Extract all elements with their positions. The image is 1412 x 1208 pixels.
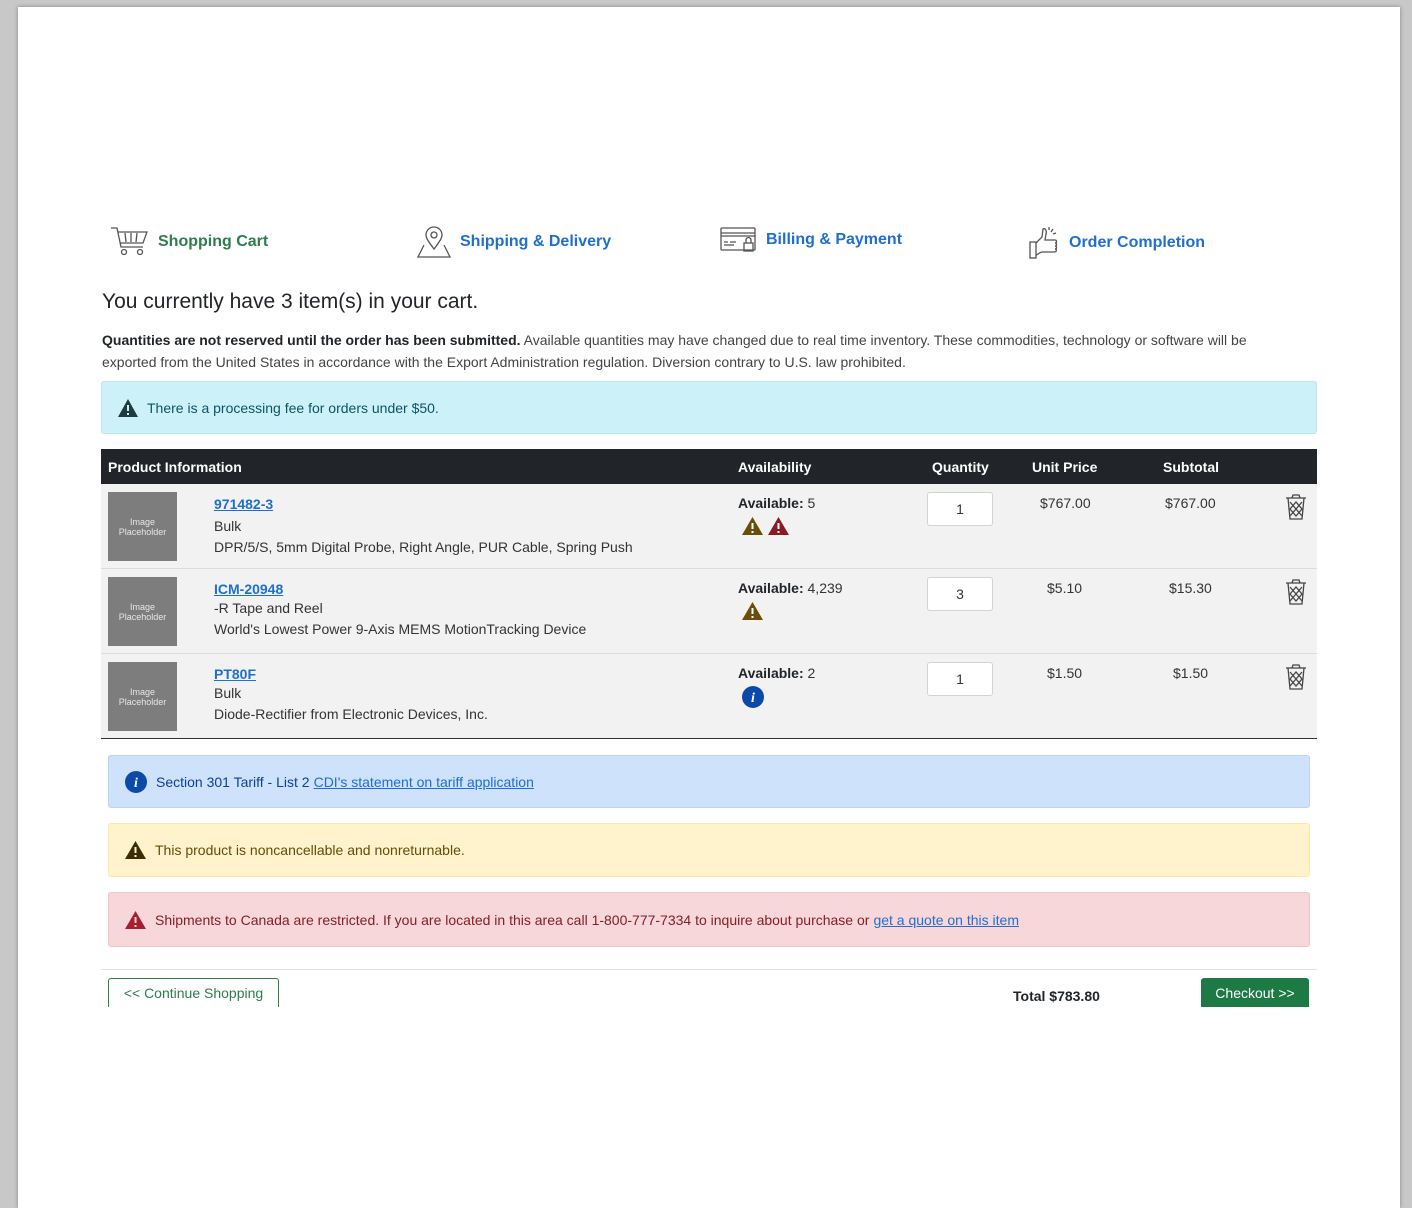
col-availability: Availability bbox=[738, 459, 812, 475]
unit-price: $1.50 bbox=[1047, 665, 1083, 681]
col-product-information: Product Information bbox=[108, 459, 242, 475]
cart-heading: You currently have 3 item(s) in your car… bbox=[102, 290, 479, 313]
step-label: Billing & Payment bbox=[766, 231, 903, 248]
trash-icon[interactable] bbox=[1284, 493, 1308, 524]
table-row: Image Placeholder ICM-20948 -R Tape and … bbox=[101, 569, 1317, 654]
table-row: Image Placeholder PT80F Bulk Diode-Recti… bbox=[101, 654, 1317, 739]
reservation-notice: Quantities are not reserved until the or… bbox=[102, 329, 1302, 373]
svg-text:i: i bbox=[751, 691, 755, 706]
continue-shopping-button[interactable]: << Continue Shopping bbox=[108, 978, 279, 1007]
warning-icon[interactable] bbox=[741, 601, 764, 624]
col-subtotal: Subtotal bbox=[1163, 459, 1219, 475]
trash-icon[interactable] bbox=[1284, 663, 1308, 694]
thumbs-up-icon bbox=[1029, 225, 1061, 261]
tariff-statement-link[interactable]: CDI's statement on tariff application bbox=[314, 774, 534, 790]
availability: Available: 5 bbox=[738, 495, 815, 511]
trash-icon[interactable] bbox=[1284, 578, 1308, 609]
checkout-steps: Shopping Cart Shipping & Delivery Billin… bbox=[101, 225, 1317, 265]
info-icon: i bbox=[124, 770, 148, 794]
canada-restriction-text: Shipments to Canada are restricted. If y… bbox=[155, 911, 870, 928]
availability: Available: 4,239 bbox=[738, 580, 843, 596]
danger-icon bbox=[124, 910, 147, 930]
product-description: World's Lowest Power 9-Axis MEMS MotionT… bbox=[214, 621, 587, 637]
subtotal: $1.50 bbox=[1173, 665, 1209, 681]
availability: Available: 2 bbox=[738, 665, 815, 681]
part-number-link[interactable]: PT80F bbox=[214, 666, 256, 682]
table-row: Image Placeholder 971482-3 Bulk DPR/5/S,… bbox=[101, 484, 1317, 569]
info-icon[interactable]: i bbox=[741, 685, 765, 712]
tariff-text: Section 301 Tariff - List 2 bbox=[156, 773, 310, 790]
subtotal: $15.30 bbox=[1169, 580, 1212, 596]
get-quote-link[interactable]: get a quote on this item bbox=[873, 912, 1019, 928]
cart-table-header: Product Information Availability Quantit… bbox=[101, 449, 1317, 484]
available-count: 4,239 bbox=[807, 580, 843, 596]
noncancellable-text: This product is noncancellable and nonre… bbox=[155, 842, 465, 858]
canada-restriction-alert: Shipments to Canada are restricted. If y… bbox=[108, 892, 1310, 947]
step-label: Order Completion bbox=[1069, 234, 1206, 251]
warning-icon bbox=[117, 398, 139, 418]
tariff-info-alert: i Section 301 Tariff - List 2 CDI's stat… bbox=[108, 755, 1310, 808]
step-shipping-delivery[interactable]: Shipping & Delivery bbox=[416, 225, 611, 259]
available-label: Available: bbox=[738, 665, 804, 681]
step-billing-payment[interactable]: Billing & Payment bbox=[720, 225, 902, 255]
credit-card-icon bbox=[720, 225, 758, 255]
availability-icons bbox=[741, 601, 764, 624]
availability-icons bbox=[741, 516, 790, 539]
step-shopping-cart[interactable]: Shopping Cart bbox=[110, 225, 268, 259]
quantity-input[interactable] bbox=[927, 492, 993, 526]
page: Shopping Cart Shipping & Delivery Billin… bbox=[18, 7, 1400, 1208]
map-pin-icon bbox=[416, 225, 452, 259]
unit-price: $5.10 bbox=[1047, 580, 1083, 596]
unit-price: $767.00 bbox=[1040, 495, 1091, 511]
noncancellable-alert: This product is noncancellable and nonre… bbox=[108, 823, 1310, 877]
fee-alert-text: There is a processing fee for orders und… bbox=[147, 399, 439, 416]
package-type: -R Tape and Reel bbox=[214, 600, 323, 616]
available-count: 5 bbox=[807, 495, 816, 511]
col-unit-price: Unit Price bbox=[1032, 459, 1098, 475]
product-image: Image Placeholder bbox=[108, 492, 177, 561]
notice-bold: Quantities are not reserved until the or… bbox=[102, 332, 521, 348]
checkout-button[interactable]: Checkout >> bbox=[1201, 978, 1309, 1007]
col-quantity: Quantity bbox=[932, 459, 989, 475]
part-number-link[interactable]: ICM-20948 bbox=[214, 581, 283, 597]
product-description: Diode-Rectifier from Electronic Devices,… bbox=[214, 706, 488, 722]
svg-text:i: i bbox=[134, 776, 138, 791]
product-image: Image Placeholder bbox=[108, 577, 177, 646]
available-count: 2 bbox=[807, 665, 816, 681]
package-type: Bulk bbox=[214, 518, 242, 534]
availability-icons: i bbox=[741, 685, 765, 712]
quantity-input[interactable] bbox=[927, 662, 993, 696]
processing-fee-alert: There is a processing fee for orders und… bbox=[101, 381, 1317, 434]
available-label: Available: bbox=[738, 495, 804, 511]
package-type: Bulk bbox=[214, 685, 242, 701]
step-label: Shipping & Delivery bbox=[460, 233, 612, 250]
divider bbox=[101, 969, 1317, 970]
warning-icon bbox=[124, 840, 147, 860]
shopping-cart-icon bbox=[110, 225, 150, 259]
part-number-link[interactable]: 971482-3 bbox=[214, 496, 273, 512]
order-total: Total $783.80 bbox=[1013, 988, 1100, 1004]
subtotal: $767.00 bbox=[1165, 495, 1216, 511]
product-image: Image Placeholder bbox=[108, 662, 177, 731]
available-label: Available: bbox=[738, 580, 804, 596]
step-order-completion[interactable]: Order Completion bbox=[1029, 225, 1205, 261]
step-label: Shopping Cart bbox=[158, 233, 269, 250]
warning-icon[interactable] bbox=[741, 516, 764, 539]
product-description: DPR/5/S, 5mm Digital Probe, Right Angle,… bbox=[214, 539, 633, 555]
danger-icon[interactable] bbox=[767, 516, 790, 539]
quantity-input[interactable] bbox=[927, 577, 993, 611]
